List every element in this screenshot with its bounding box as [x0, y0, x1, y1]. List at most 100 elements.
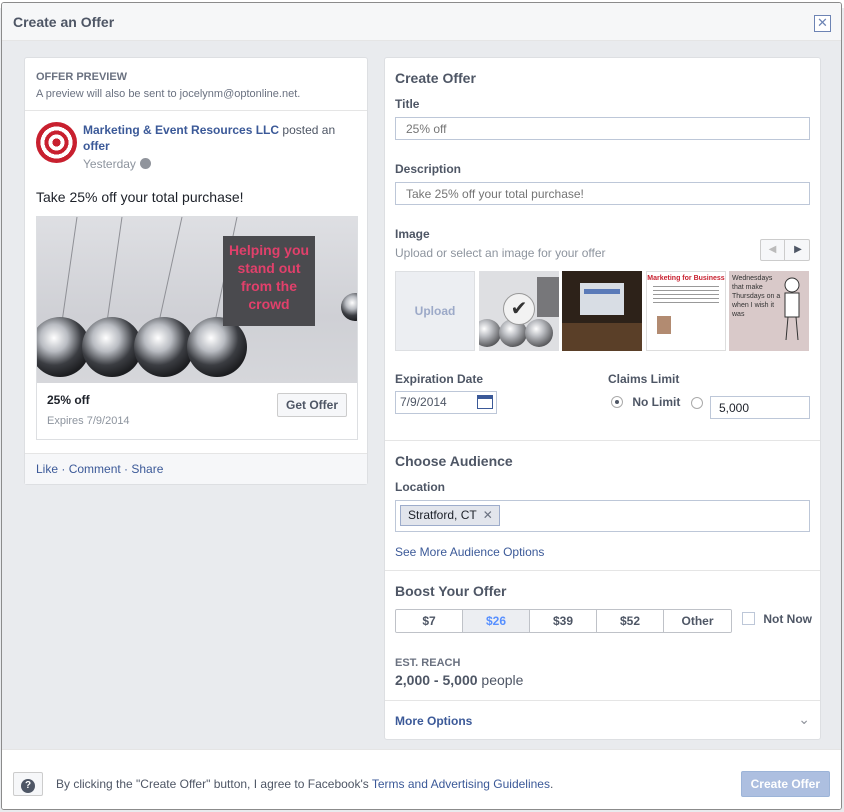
- close-icon[interactable]: ✕: [814, 15, 831, 32]
- not-now-option[interactable]: Not Now: [742, 612, 812, 626]
- terms-link[interactable]: Terms and Advertising Guidelines: [372, 777, 550, 791]
- calendar-icon[interactable]: [477, 395, 493, 409]
- post-meta: Marketing & Event Resources LLC posted a…: [83, 122, 356, 172]
- no-limit-option[interactable]: No Limit: [611, 395, 680, 409]
- not-now-checkbox[interactable]: [742, 612, 755, 625]
- boost-heading: Boost Your Offer: [395, 583, 507, 599]
- page-avatar[interactable]: [36, 122, 77, 163]
- budget-option-39[interactable]: $39: [530, 610, 597, 632]
- expiration-date-value: 7/9/2014: [400, 395, 447, 409]
- boost-row: $7 $26 $39 $52 Other Not Now: [385, 609, 820, 633]
- location-input[interactable]: Stratford, CT ✕: [395, 500, 810, 532]
- remove-token-icon[interactable]: ✕: [483, 508, 493, 522]
- image-thumb-selected[interactable]: ✔: [479, 271, 559, 351]
- image-label: Image: [395, 227, 430, 241]
- terms-suffix: .: [549, 777, 554, 791]
- flyer-thumbnail-title: Marketing for Business: [647, 275, 725, 282]
- get-offer-button[interactable]: Get Offer: [276, 393, 347, 417]
- chevron-down-icon[interactable]: ⌄: [798, 711, 810, 728]
- title-label: Title: [395, 97, 420, 111]
- dialog-title: Create an Offer: [13, 14, 115, 30]
- cartoon-figure: [784, 277, 800, 341]
- image-subtext: Upload or select an image for your offer: [395, 246, 606, 260]
- no-limit-radio[interactable]: [611, 396, 623, 408]
- post-time: Yesterday: [83, 156, 356, 172]
- offer-link[interactable]: offer: [83, 139, 110, 153]
- title-input[interactable]: [395, 117, 810, 140]
- location-token-label: Stratford, CT: [408, 508, 477, 522]
- preview-header: OFFER PREVIEW A preview will also be sen…: [25, 58, 367, 111]
- prev-arrow-icon[interactable]: ◀: [761, 240, 785, 260]
- action-separator: ·: [120, 462, 132, 476]
- checkmark-icon: ✔: [503, 293, 535, 325]
- offer-details-section: Create Offer Title Description Image Upl…: [385, 58, 820, 440]
- boost-section: Boost Your Offer $7 $26 $39 $52 Other No…: [385, 570, 820, 700]
- expiration-date-input[interactable]: 7/9/2014: [395, 391, 497, 414]
- image-thumb-presentation[interactable]: [562, 271, 642, 351]
- globe-icon: [139, 158, 151, 169]
- expiration-label: Expiration Date: [395, 372, 484, 386]
- preview-post: Marketing & Event Resources LLC posted a…: [25, 111, 367, 440]
- help-button[interactable]: ?: [13, 772, 43, 796]
- action-separator: ·: [58, 462, 69, 476]
- create-offer-form: Create Offer Title Description Image Upl…: [384, 57, 821, 740]
- reach-unit: people: [481, 672, 524, 688]
- create-offer-button[interactable]: Create Offer: [740, 771, 830, 797]
- comment-link[interactable]: Comment: [69, 462, 121, 476]
- post-actions: Like · Comment · Share: [25, 453, 367, 484]
- preview-note: A preview will also be sent to jocelynm@…: [36, 88, 301, 100]
- reach-estimate: 2,000 - 5,000 people: [395, 672, 523, 688]
- claims-limit-label: Claims Limit: [608, 372, 680, 386]
- dialog-header: Create an Offer ✕: [2, 3, 841, 41]
- not-now-label: Not Now: [763, 612, 812, 626]
- share-link[interactable]: Share: [131, 462, 163, 476]
- offer-attachment[interactable]: Helping you stand out from the crowd 25%…: [36, 216, 358, 440]
- like-link[interactable]: Like: [36, 462, 58, 476]
- post-text: Take 25% off your total purchase!: [36, 189, 244, 205]
- reach-value: 2,000 - 5,000: [395, 672, 478, 688]
- location-label: Location: [395, 480, 445, 494]
- create-offer-dialog: Create an Offer ✕ OFFER PREVIEW A previe…: [1, 2, 842, 810]
- presentation-thumbnail: [562, 271, 642, 351]
- budget-option-7[interactable]: $7: [396, 610, 463, 632]
- form-heading: Create Offer: [395, 70, 476, 86]
- preview-label: OFFER PREVIEW: [36, 71, 128, 83]
- image-thumb-cartoon[interactable]: Wednesdays that make Thursdays on a when…: [729, 271, 809, 351]
- flyer-thumbnail-body: [653, 286, 719, 306]
- claims-limit-input[interactable]: [710, 396, 810, 419]
- image-pager: ◀ ▶: [760, 239, 810, 261]
- terms-text: By clicking the "Create Offer" button, I…: [56, 777, 553, 791]
- description-input[interactable]: [395, 182, 810, 205]
- location-token: Stratford, CT ✕: [400, 505, 500, 526]
- reach-label: EST. REACH: [395, 657, 461, 669]
- image-thumbnails: Upload Image: [395, 271, 809, 351]
- more-options-link[interactable]: More Options: [395, 714, 472, 728]
- offer-image: Helping you stand out from the crowd: [37, 217, 357, 383]
- cartoon-thumbnail-text: Wednesdays that make Thursdays on a when…: [732, 275, 781, 318]
- audience-section: Choose Audience Location Stratford, CT ✕ …: [385, 440, 820, 570]
- budget-option-other[interactable]: Other: [664, 610, 731, 632]
- offer-details: 25% off Expires 7/9/2014 Get Offer: [37, 383, 357, 439]
- budget-option-26[interactable]: $26: [463, 610, 530, 632]
- dialog-body: OFFER PREVIEW A preview will also be sen…: [2, 41, 841, 749]
- flyer-thumbnail-photo: [657, 316, 671, 334]
- budget-option-52[interactable]: $52: [597, 610, 664, 632]
- terms-prefix: By clicking the "Create Offer" button, I…: [56, 777, 369, 791]
- image-overlay-text: Helping you stand out from the crowd: [223, 236, 315, 326]
- post-time-label[interactable]: Yesterday: [83, 157, 136, 171]
- more-options-row[interactable]: More Options ⌄: [385, 700, 820, 740]
- page-name-link[interactable]: Marketing & Event Resources LLC: [83, 123, 279, 137]
- next-arrow-icon[interactable]: ▶: [786, 240, 810, 260]
- upload-image-button[interactable]: Upload Image: [395, 271, 475, 351]
- help-icon: ?: [21, 779, 35, 793]
- description-label: Description: [395, 162, 462, 176]
- offer-preview-card: OFFER PREVIEW A preview will also be sen…: [24, 57, 368, 485]
- custom-limit-radio[interactable]: [691, 397, 703, 409]
- audience-heading: Choose Audience: [395, 453, 513, 469]
- dialog-footer: ? By clicking the "Create Offer" button,…: [2, 749, 841, 809]
- no-limit-label: No Limit: [632, 395, 681, 409]
- budget-selector: $7 $26 $39 $52 Other: [395, 609, 732, 633]
- posted-text: posted an: [282, 123, 336, 137]
- image-thumb-flyer[interactable]: Marketing for Business: [646, 271, 726, 351]
- see-more-audience-link[interactable]: See More Audience Options: [395, 545, 544, 559]
